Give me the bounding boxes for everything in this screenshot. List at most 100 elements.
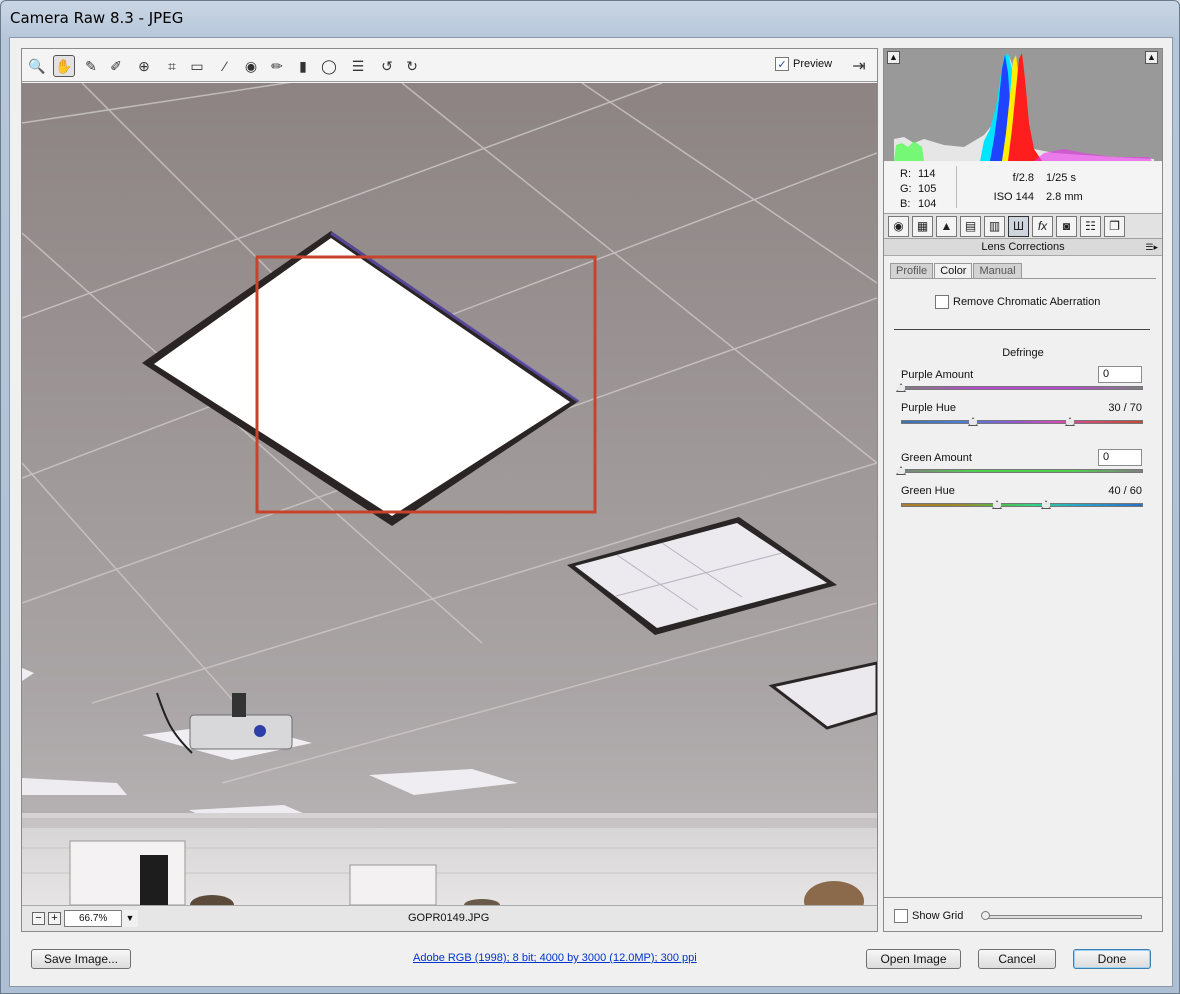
graduated-filter-icon[interactable]: ▮ <box>292 55 314 77</box>
filename-label: GOPR0149.JPG <box>408 912 490 924</box>
preview-toggle[interactable]: ✓ Preview <box>775 57 832 71</box>
tab-presets-icon[interactable]: ☷ <box>1080 216 1101 237</box>
zoom-out-button[interactable]: − <box>32 912 45 925</box>
title-bar[interactable]: Camera Raw 8.3 - JPEG <box>1 1 1179 37</box>
save-image-button[interactable]: Save Image... <box>31 949 131 969</box>
purple-amount-value: 0 <box>1103 368 1110 380</box>
tab-tone-curve-icon[interactable]: ▦ <box>912 216 933 237</box>
zoom-in-button[interactable]: + <box>48 912 61 925</box>
histogram-graph <box>884 49 1162 161</box>
bottom-action-bar: Save Image... Adobe RGB (1998); 8 bit; 4… <box>10 936 1172 986</box>
cancel-button[interactable]: Cancel <box>978 949 1056 969</box>
rotate-cw-icon[interactable]: ↻ <box>401 55 423 77</box>
preview-label: Preview <box>793 58 833 70</box>
panel-title-bar: Lens Corrections ☰▸ <box>884 239 1162 256</box>
done-button[interactable]: Done <box>1073 949 1151 969</box>
tab-detail-icon[interactable]: ▲ <box>936 216 957 237</box>
adjustment-panel: ▲ ▲ R: 114 G: 105 B: 104 f/2.8 1/25 s ISO 14… <box>883 48 1163 932</box>
preferences-icon[interactable]: ☰ <box>347 55 369 77</box>
tab-basic-icon[interactable]: ◉ <box>888 216 909 237</box>
exif-info: f/2.8 1/25 s ISO 144 2.8 mm <box>984 169 1083 207</box>
green-amount-label: Green Amount <box>901 452 972 464</box>
radial-filter-icon[interactable]: ◯ <box>318 55 340 77</box>
rotate-ccw-icon[interactable]: ↺ <box>376 55 398 77</box>
adjustment-brush-icon[interactable]: ✏ <box>266 55 288 77</box>
remove-ca-option[interactable]: Remove Chromatic Aberration <box>935 295 1100 309</box>
tab-camera-calibration-icon[interactable]: ◙ <box>1056 216 1077 237</box>
shadow-clipping-warning-icon[interactable]: ▲ <box>887 51 900 64</box>
tab-hsl-icon[interactable]: ▤ <box>960 216 981 237</box>
green-amount-value: 0 <box>1103 451 1110 463</box>
defringe-heading: Defringe <box>1002 347 1044 359</box>
subtab-underline <box>890 278 1156 279</box>
tab-profile[interactable]: Profile <box>890 263 934 278</box>
g-value: 105 <box>918 183 937 195</box>
fullscreen-toggle-icon[interactable]: ⇥ <box>848 55 870 77</box>
preview-checkbox[interactable]: ✓ <box>775 57 789 71</box>
panel-tab-strip: ◉ ▦ ▲ ▤ ▥ Ш fx ◙ ☷ ❐ <box>884 213 1162 239</box>
hand-tool-icon[interactable]: ✋ <box>53 55 75 77</box>
image-viewer: 🔍 ✋ ✎ ✐ ⊕ ⌗ ▭ ⁄ ◉ ✏ ▮ ◯ ☰ ↺ ↻ ✓ Preview <box>21 48 878 932</box>
open-image-button[interactable]: Open Image <box>866 949 961 969</box>
highlight-clipping-warning-icon[interactable]: ▲ <box>1145 51 1158 64</box>
straighten-tool-icon[interactable]: ▭ <box>186 55 208 77</box>
targeted-adjustment-tool-icon[interactable]: ⊕ <box>133 55 155 77</box>
zoom-level-value: 66.7% <box>79 913 108 924</box>
status-bar: − + 66.7% ▼ GOPR0149.JPG <box>22 905 877 931</box>
tab-color[interactable]: Color <box>934 263 973 278</box>
green-amount-slider-thumb[interactable] <box>896 466 906 475</box>
green-hue-track[interactable] <box>901 503 1143 507</box>
purple-amount-label: Purple Amount <box>901 369 974 381</box>
purple-hue-min-thumb[interactable] <box>968 417 978 426</box>
green-amount-field[interactable]: 0 <box>1098 449 1142 466</box>
purple-amount-slider-thumb[interactable] <box>896 383 906 392</box>
purple-hue-max-thumb[interactable] <box>1065 417 1075 426</box>
white-balance-tool-icon[interactable]: ✎ <box>80 55 102 77</box>
tab-manual[interactable]: Manual <box>973 263 1022 278</box>
focal-length-value: 2.8 mm <box>1046 191 1083 203</box>
camera-raw-window: Camera Raw 8.3 - JPEG 🔍 ✋ ✎ ✐ ⊕ ⌗ ▭ ⁄ ◉ … <box>0 0 1180 994</box>
purple-hue-track[interactable] <box>901 420 1143 424</box>
show-grid-label: Show Grid <box>912 910 964 922</box>
g-label: G: <box>900 183 912 195</box>
red-eye-removal-tool-icon[interactable]: ◉ <box>240 55 262 77</box>
remove-ca-checkbox[interactable] <box>935 295 949 309</box>
green-hue-value: 40 / 60 <box>1108 485 1142 497</box>
tab-split-toning-icon[interactable]: ▥ <box>984 216 1005 237</box>
zoom-tool-icon[interactable]: 🔍 <box>26 55 48 77</box>
purple-hue-value: 30 / 70 <box>1108 402 1142 414</box>
remove-ca-label: Remove Chromatic Aberration <box>953 296 1101 308</box>
color-sampler-tool-icon[interactable]: ✐ <box>105 55 127 77</box>
section-divider <box>894 329 1150 330</box>
tab-snapshots-icon[interactable]: ❐ <box>1104 216 1125 237</box>
purple-amount-field[interactable]: 0 <box>1098 366 1142 383</box>
lens-subtabs: Profile Color Manual <box>890 263 1023 278</box>
crop-tool-icon[interactable]: ⌗ <box>161 55 183 77</box>
purple-hue-label: Purple Hue <box>901 402 957 414</box>
tab-effects-icon[interactable]: fx <box>1032 216 1053 237</box>
grid-size-track[interactable] <box>984 915 1142 919</box>
purple-amount-track[interactable] <box>901 386 1143 390</box>
show-grid-option[interactable]: Show Grid <box>894 909 963 923</box>
panel-menu-icon[interactable]: ☰▸ <box>1145 239 1158 255</box>
b-label: B: <box>900 198 911 210</box>
iso-value: ISO 144 <box>993 191 1034 203</box>
workflow-options-link[interactable]: Adobe RGB (1998); 8 bit; 4000 by 3000 (1… <box>413 952 697 964</box>
zoom-dropdown-arrow[interactable]: ▼ <box>121 910 138 927</box>
photo-preview[interactable] <box>22 83 877 905</box>
r-label: R: <box>900 168 911 180</box>
readout-divider <box>956 166 957 208</box>
green-hue-min-thumb[interactable] <box>992 500 1002 509</box>
green-hue-max-thumb[interactable] <box>1041 500 1051 509</box>
spot-removal-tool-icon[interactable]: ⁄ <box>214 55 236 77</box>
rgb-values: R: 114 G: 105 B: 104 <box>900 167 936 212</box>
show-grid-checkbox[interactable] <box>894 909 908 923</box>
grid-bar: Show Grid <box>884 897 1162 931</box>
green-amount-track[interactable] <box>901 469 1143 473</box>
b-value: 104 <box>918 198 937 210</box>
aperture-value: f/2.8 <box>1012 172 1034 184</box>
pixel-readout: R: 114 G: 105 B: 104 f/2.8 1/25 s ISO 144 2.8… <box>884 162 1162 212</box>
grid-size-thumb[interactable] <box>981 911 990 920</box>
window-title: Camera Raw 8.3 - JPEG <box>10 9 184 27</box>
tab-lens-corrections-icon[interactable]: Ш <box>1008 216 1029 237</box>
